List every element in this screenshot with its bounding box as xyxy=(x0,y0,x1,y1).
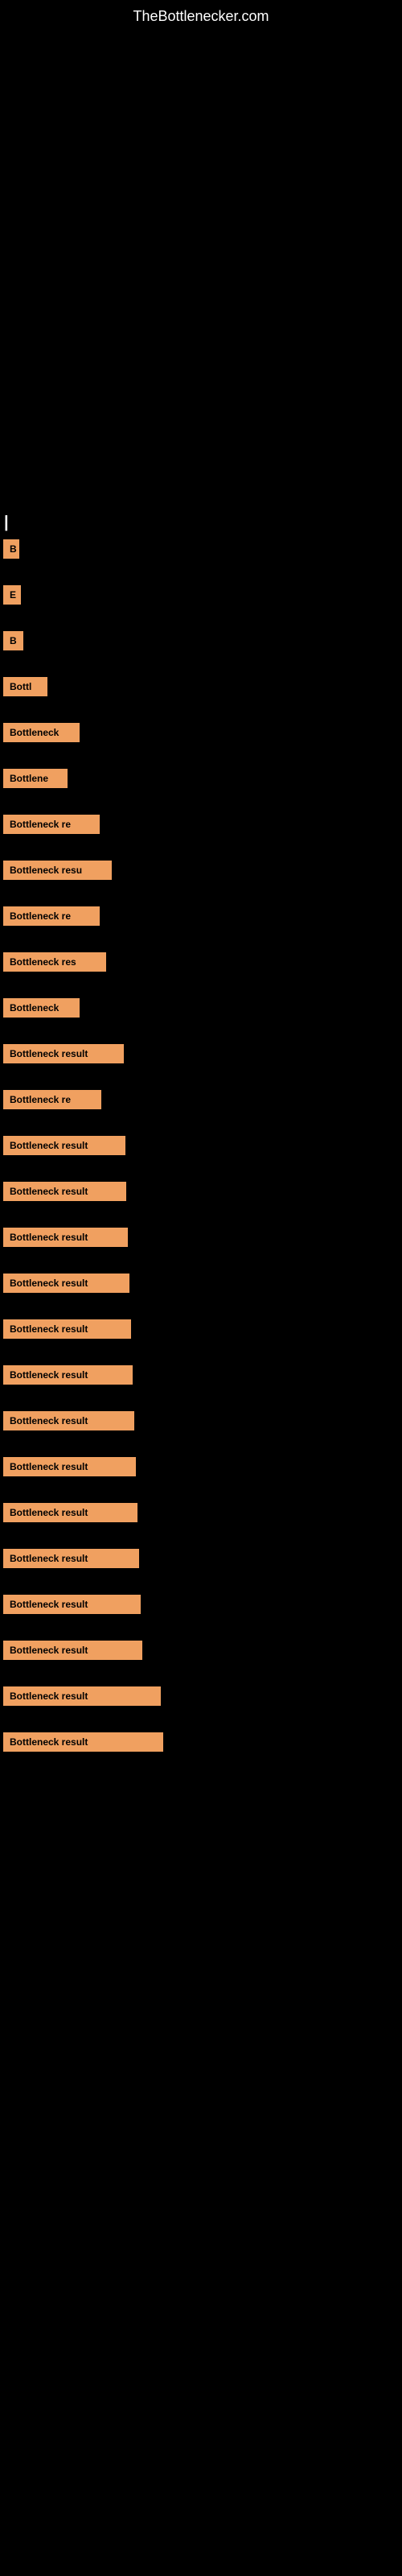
bottleneck-badge: Bottleneck result xyxy=(3,1319,131,1339)
bottleneck-badge: Bottleneck re xyxy=(3,1090,101,1109)
bottleneck-badge: Bottleneck result xyxy=(3,1595,141,1614)
bottleneck-badge: Bottleneck result xyxy=(3,1365,133,1385)
bottleneck-badge: Bottleneck result xyxy=(3,1686,161,1706)
list-item: Bottleneck result xyxy=(0,1549,402,1572)
list-item: Bottleneck result xyxy=(0,1136,402,1159)
list-item: Bottleneck re xyxy=(0,906,402,930)
bottleneck-badge: Bottl xyxy=(3,677,47,696)
list-item: E xyxy=(0,585,402,609)
bottleneck-badge: Bottleneck result xyxy=(3,1732,163,1752)
list-item: Bottleneck result xyxy=(0,1228,402,1251)
site-title: TheBottlenecker.com xyxy=(0,0,402,31)
list-item: Bottleneck result xyxy=(0,1457,402,1480)
bottleneck-badge: B xyxy=(3,631,23,650)
dark-top-section xyxy=(0,31,402,514)
bottleneck-badge: Bottleneck re xyxy=(3,906,100,926)
list-item: Bottleneck result xyxy=(0,1044,402,1067)
page-wrapper: TheBottlenecker.com | BEBBottlBottleneck… xyxy=(0,0,402,514)
cursor: | xyxy=(4,514,9,532)
bottleneck-badge: Bottleneck resu xyxy=(3,861,112,880)
bottleneck-badge: Bottleneck result xyxy=(3,1044,124,1063)
bottleneck-badge: Bottleneck xyxy=(3,723,80,742)
bottleneck-badge: Bottlene xyxy=(3,769,68,788)
list-item: Bottleneck result xyxy=(0,1319,402,1343)
list-item: Bottleneck re xyxy=(0,1090,402,1113)
list-item: Bottleneck result xyxy=(0,1732,402,1756)
list-item: Bottleneck xyxy=(0,998,402,1022)
bottleneck-badge: Bottleneck res xyxy=(3,952,106,972)
list-item: Bottleneck result xyxy=(0,1595,402,1618)
bottleneck-badge: Bottleneck result xyxy=(3,1411,134,1430)
list-item: Bottleneck resu xyxy=(0,861,402,884)
bottleneck-badge: Bottleneck result xyxy=(3,1182,126,1201)
list-item: Bottleneck xyxy=(0,723,402,746)
bottleneck-badge: Bottleneck re xyxy=(3,815,100,834)
bottleneck-badge: Bottleneck result xyxy=(3,1549,139,1568)
list-item: Bottleneck res xyxy=(0,952,402,976)
list-item: Bottlene xyxy=(0,769,402,792)
list-item: Bottleneck result xyxy=(0,1274,402,1297)
list-item: Bottleneck result xyxy=(0,1182,402,1205)
list-item: Bottleneck result xyxy=(0,1365,402,1389)
list-item: Bottleneck re xyxy=(0,815,402,838)
list-item: Bottleneck result xyxy=(0,1686,402,1710)
list-item: Bottleneck result xyxy=(0,1503,402,1526)
bottleneck-badge: Bottleneck result xyxy=(3,1457,136,1476)
bottleneck-badge: Bottleneck result xyxy=(3,1136,125,1155)
list-item: Bottl xyxy=(0,677,402,700)
bottleneck-badge: Bottleneck result xyxy=(3,1641,142,1660)
bottleneck-badge: E xyxy=(3,585,21,605)
list-item: Bottleneck result xyxy=(0,1641,402,1664)
bottleneck-badge: Bottleneck xyxy=(3,998,80,1018)
bottleneck-list: B E B Bottl Bottleneck Bottlene Bottleneck re B… xyxy=(0,539,402,1778)
list-item: B xyxy=(0,539,402,563)
bottleneck-badge: Bottleneck result xyxy=(3,1228,128,1247)
list-item: Bottleneck result xyxy=(0,1411,402,1435)
bottleneck-badge: B xyxy=(3,539,19,559)
bottleneck-badge: Bottleneck result xyxy=(3,1274,129,1293)
bottleneck-badge: Bottleneck result xyxy=(3,1503,137,1522)
list-item: B xyxy=(0,631,402,654)
